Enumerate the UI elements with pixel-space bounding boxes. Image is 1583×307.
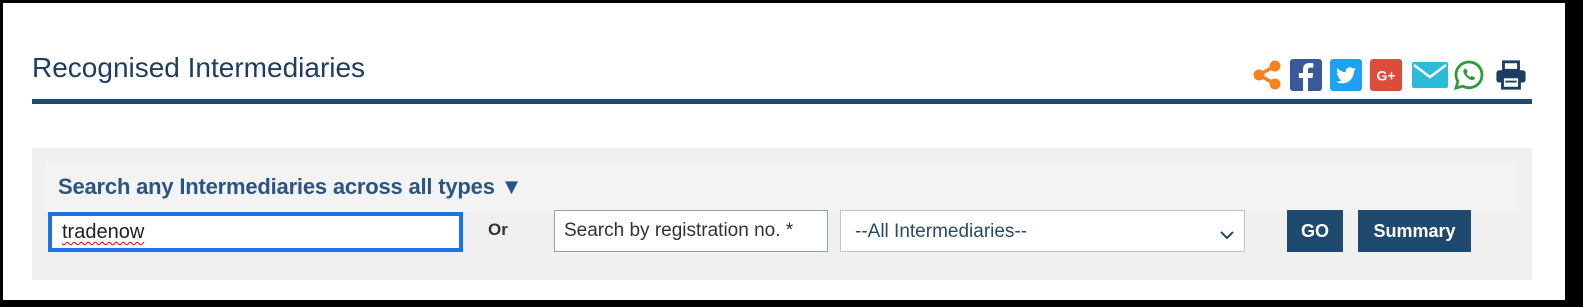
title-divider xyxy=(32,99,1532,104)
facebook-icon[interactable] xyxy=(1290,58,1322,92)
chevron-down-icon xyxy=(1220,224,1234,246)
summary-button[interactable]: Summary xyxy=(1358,210,1471,252)
page-title: Recognised Intermediaries xyxy=(32,52,366,83)
registration-number-input[interactable]: Search by registration no. * xyxy=(554,210,828,252)
intermediary-name-input[interactable]: tradenow xyxy=(48,212,463,252)
go-button[interactable]: GO xyxy=(1287,210,1343,252)
intermediary-type-select[interactable]: --All Intermediaries-- xyxy=(840,210,1245,252)
name-input-value: tradenow xyxy=(62,221,145,243)
google-plus-label: G+ xyxy=(1376,68,1395,84)
search-toggle-heading[interactable]: Search any Intermediaries across all typ… xyxy=(58,174,522,200)
intermediary-type-selected: --All Intermediaries-- xyxy=(855,221,1028,242)
email-icon[interactable] xyxy=(1410,58,1450,92)
whatsapp-icon[interactable] xyxy=(1453,58,1485,92)
share-icon[interactable] xyxy=(1251,58,1283,92)
google-plus-icon[interactable]: G+ xyxy=(1370,58,1402,92)
print-icon[interactable] xyxy=(1495,58,1527,92)
twitter-icon[interactable] xyxy=(1330,58,1362,92)
or-label: Or xyxy=(488,220,508,239)
